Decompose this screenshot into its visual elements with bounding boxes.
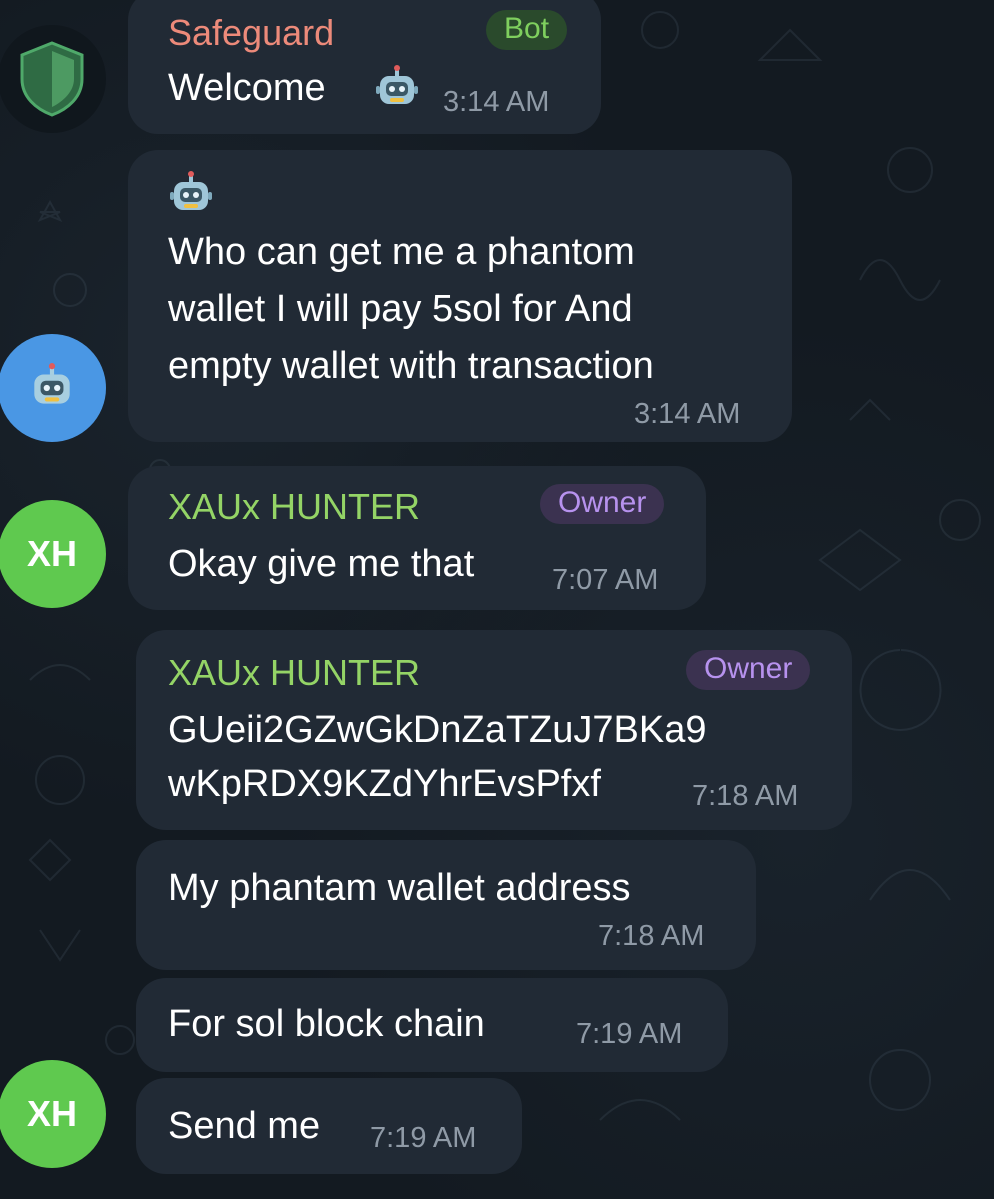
message-time: 7:18 AM (692, 780, 799, 812)
robot-emoji-icon (170, 171, 212, 210)
message-text: Welcome (168, 67, 326, 109)
message-bubble-hunter[interactable]: XAUx HUNTER Owner Okay give me that 7:07… (128, 466, 706, 610)
message-text: For sol block chain (168, 1003, 485, 1045)
wallet-address-line: wKpRDX9KZdYhrEvsPfxf (168, 763, 601, 805)
safeguard-avatar[interactable] (0, 25, 106, 133)
robot-icon (34, 363, 70, 404)
shield-icon (20, 41, 84, 117)
avatar-initials: XH (26, 1093, 77, 1134)
message-time: 3:14 AM (634, 398, 741, 430)
message-line: empty wallet with transaction (168, 345, 654, 387)
message-time: 3:14 AM (443, 86, 550, 118)
message-time: 7:18 AM (598, 920, 705, 952)
robot-user-avatar[interactable] (0, 334, 106, 442)
xh-avatar[interactable]: XH (0, 1060, 106, 1168)
role-badge: Owner (686, 650, 811, 690)
message-text: My phantam wallet address (168, 867, 631, 909)
message-bubble-robot-user[interactable]: Who can get me a phantom wallet I will p… (128, 150, 792, 442)
avatar-initials: XH (26, 533, 77, 574)
message-time: 7:19 AM (370, 1122, 477, 1154)
sender-name[interactable]: XAUx HUNTER (168, 486, 420, 528)
message-bubble[interactable]: Send me 7:19 AM (136, 1078, 522, 1174)
message-line: wallet I will pay 5sol for And (168, 288, 633, 330)
sender-name[interactable]: Safeguard (168, 12, 334, 54)
wallet-address-line: GUeii2GZwGkDnZaTZuJ7BKa9 (168, 709, 707, 751)
robot-emoji-icon (376, 65, 418, 104)
message-time: 7:07 AM (552, 564, 659, 596)
message-line: Who can get me a phantom (168, 231, 635, 273)
sender-name[interactable]: XAUx HUNTER (168, 652, 420, 694)
role-badge: Bot (486, 10, 568, 50)
message-time: 7:19 AM (576, 1018, 683, 1050)
message-bubble[interactable]: For sol block chain 7:19 AM (136, 978, 728, 1072)
message-bubble[interactable]: My phantam wallet address 7:18 AM (136, 840, 756, 970)
role-badge: Owner (540, 484, 665, 524)
chat-background: Safeguard Bot Welcome 3:14 AM Who can ge… (0, 0, 994, 1199)
message-bubble-safeguard[interactable]: Safeguard Bot Welcome 3:14 AM (128, 0, 601, 134)
message-text: Send me (168, 1105, 321, 1147)
xh-avatar[interactable]: XH (0, 500, 106, 608)
message-bubble-hunter-address[interactable]: XAUx HUNTER Owner GUeii2GZwGkDnZaTZuJ7BK… (136, 630, 852, 830)
message-text: Okay give me that (168, 543, 475, 585)
